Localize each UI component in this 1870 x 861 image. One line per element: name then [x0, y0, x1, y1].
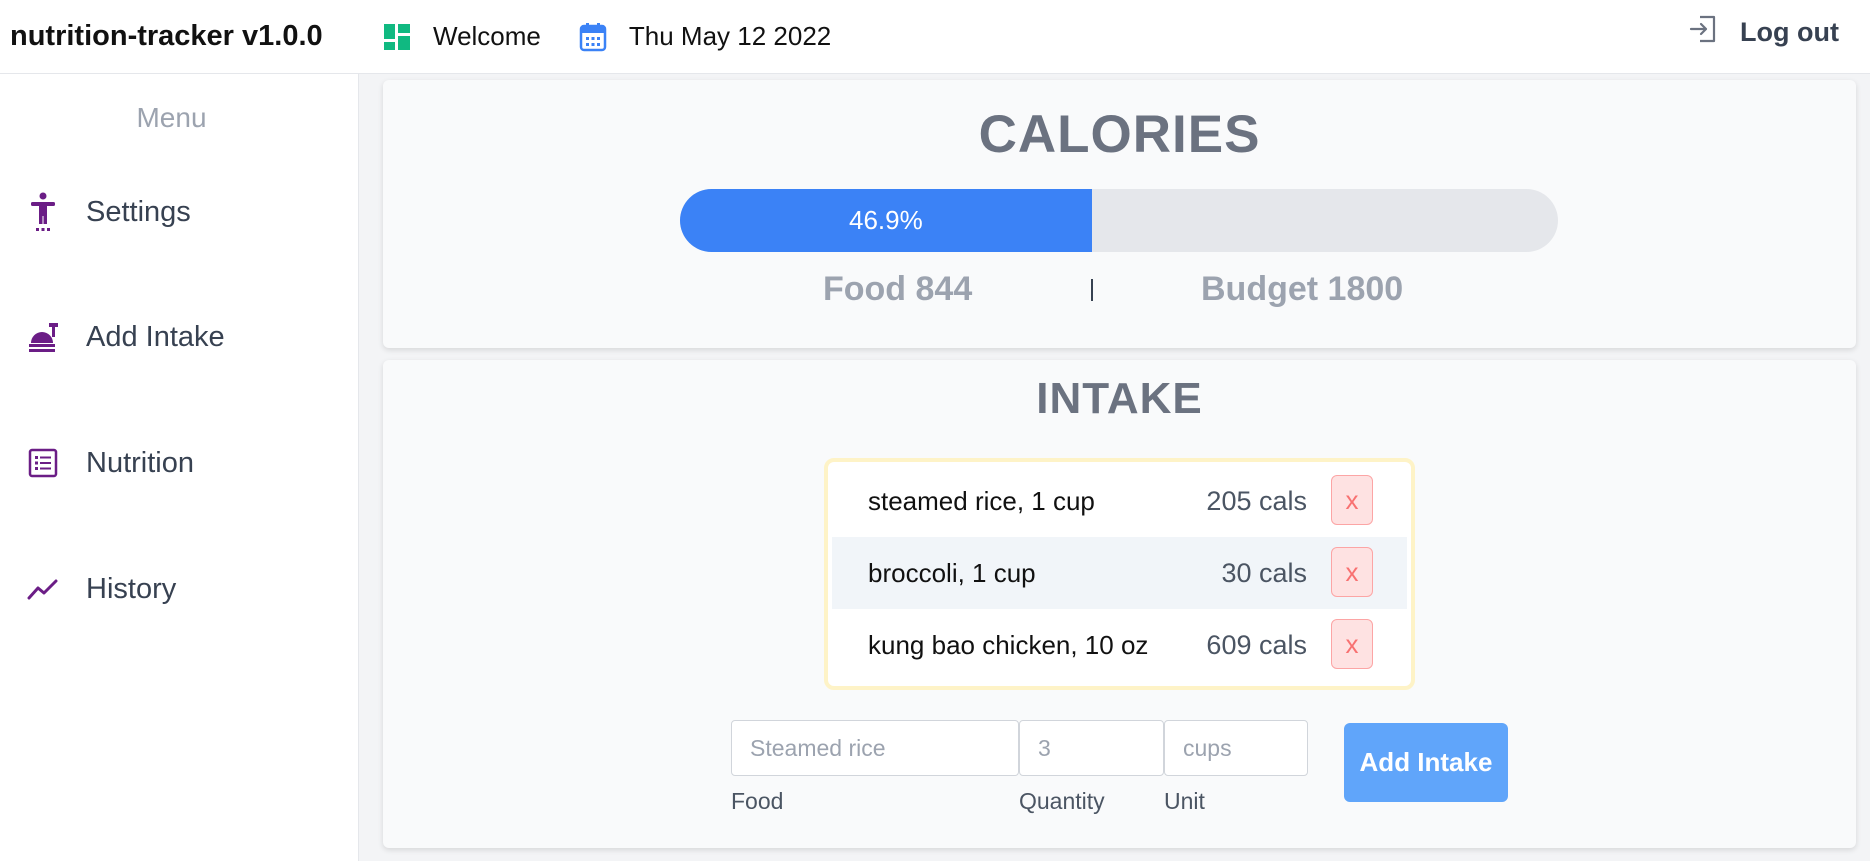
intake-list: steamed rice, 1 cup 205 cals x broccoli,…	[824, 458, 1415, 690]
remove-intake-button[interactable]: x	[1331, 547, 1373, 597]
calorie-percent-text: 46.9%	[849, 205, 923, 235]
sidebar-item-add-intake[interactable]: Add Intake	[25, 317, 225, 357]
sidebar-item-label: Nutrition	[86, 446, 194, 479]
list-icon	[25, 443, 61, 483]
intake-row: kung bao chicken, 10 oz 609 cals x	[832, 609, 1407, 681]
food-input[interactable]	[731, 720, 1019, 776]
trend-line-icon	[25, 569, 61, 609]
budget-calories-label: Budget 1800	[1201, 270, 1404, 308]
food-plate-icon	[25, 317, 61, 357]
sidebar: Menu Settings Add Intake Nutrition Histo…	[0, 74, 359, 861]
calories-title: CALORIES	[978, 105, 1261, 164]
welcome-label: Welcome	[433, 21, 541, 51]
food-field-label: Food	[731, 788, 784, 814]
calendar-icon	[579, 22, 607, 52]
date-label: Thu May 12 2022	[628, 21, 832, 51]
dashboard-grid-icon	[383, 23, 411, 51]
sidebar-item-label: Add Intake	[86, 320, 225, 353]
person-standing-icon	[25, 192, 61, 232]
intake-cals: 205 cals	[1206, 485, 1307, 516]
remove-intake-button[interactable]: x	[1331, 475, 1373, 525]
add-intake-button[interactable]: Add Intake	[1344, 723, 1508, 802]
sidebar-item-history[interactable]: History	[25, 569, 176, 609]
intake-panel: INTAKE steamed rice, 1 cup 205 cals x br…	[383, 360, 1856, 848]
calorie-progress-bar: 46.9%	[680, 189, 1558, 252]
intake-food: kung bao chicken, 10 oz	[868, 629, 1149, 660]
progress-marker	[1091, 279, 1093, 301]
app-title: nutrition-tracker v1.0.0	[0, 0, 359, 74]
calorie-progress-fill: 46.9%	[680, 189, 1092, 252]
intake-food: steamed rice, 1 cup	[868, 485, 1095, 516]
logout-label: Log out	[1740, 17, 1839, 47]
unit-field-label: Unit	[1164, 788, 1205, 814]
logout-button[interactable]: Log out	[1688, 14, 1839, 51]
remove-intake-button[interactable]: x	[1331, 619, 1373, 669]
calories-panel: CALORIES 46.9% Food 844 Budget 1800	[383, 80, 1856, 348]
intake-row: steamed rice, 1 cup 205 cals x	[832, 465, 1407, 537]
date-display: Thu May 12 2022	[579, 21, 831, 52]
intake-food: broccoli, 1 cup	[868, 557, 1036, 588]
welcome-link[interactable]: Welcome	[383, 21, 541, 52]
quantity-input[interactable]	[1019, 720, 1164, 776]
unit-input[interactable]	[1164, 720, 1308, 776]
sidebar-item-settings[interactable]: Settings	[25, 192, 191, 232]
intake-title: INTAKE	[1036, 374, 1203, 423]
intake-cals: 30 cals	[1221, 557, 1307, 588]
top-bar: Welcome Thu May 12 2022 Log out	[359, 0, 1870, 74]
quantity-field-label: Quantity	[1019, 788, 1105, 814]
logout-icon	[1688, 14, 1718, 51]
menu-title: Menu	[136, 102, 207, 133]
sidebar-item-label: History	[86, 572, 177, 605]
sidebar-item-nutrition[interactable]: Nutrition	[25, 443, 194, 483]
sidebar-item-label: Settings	[86, 195, 191, 228]
food-calories-label: Food 844	[823, 270, 973, 308]
intake-cals: 609 cals	[1206, 629, 1307, 660]
intake-row: broccoli, 1 cup 30 cals x	[832, 537, 1407, 609]
